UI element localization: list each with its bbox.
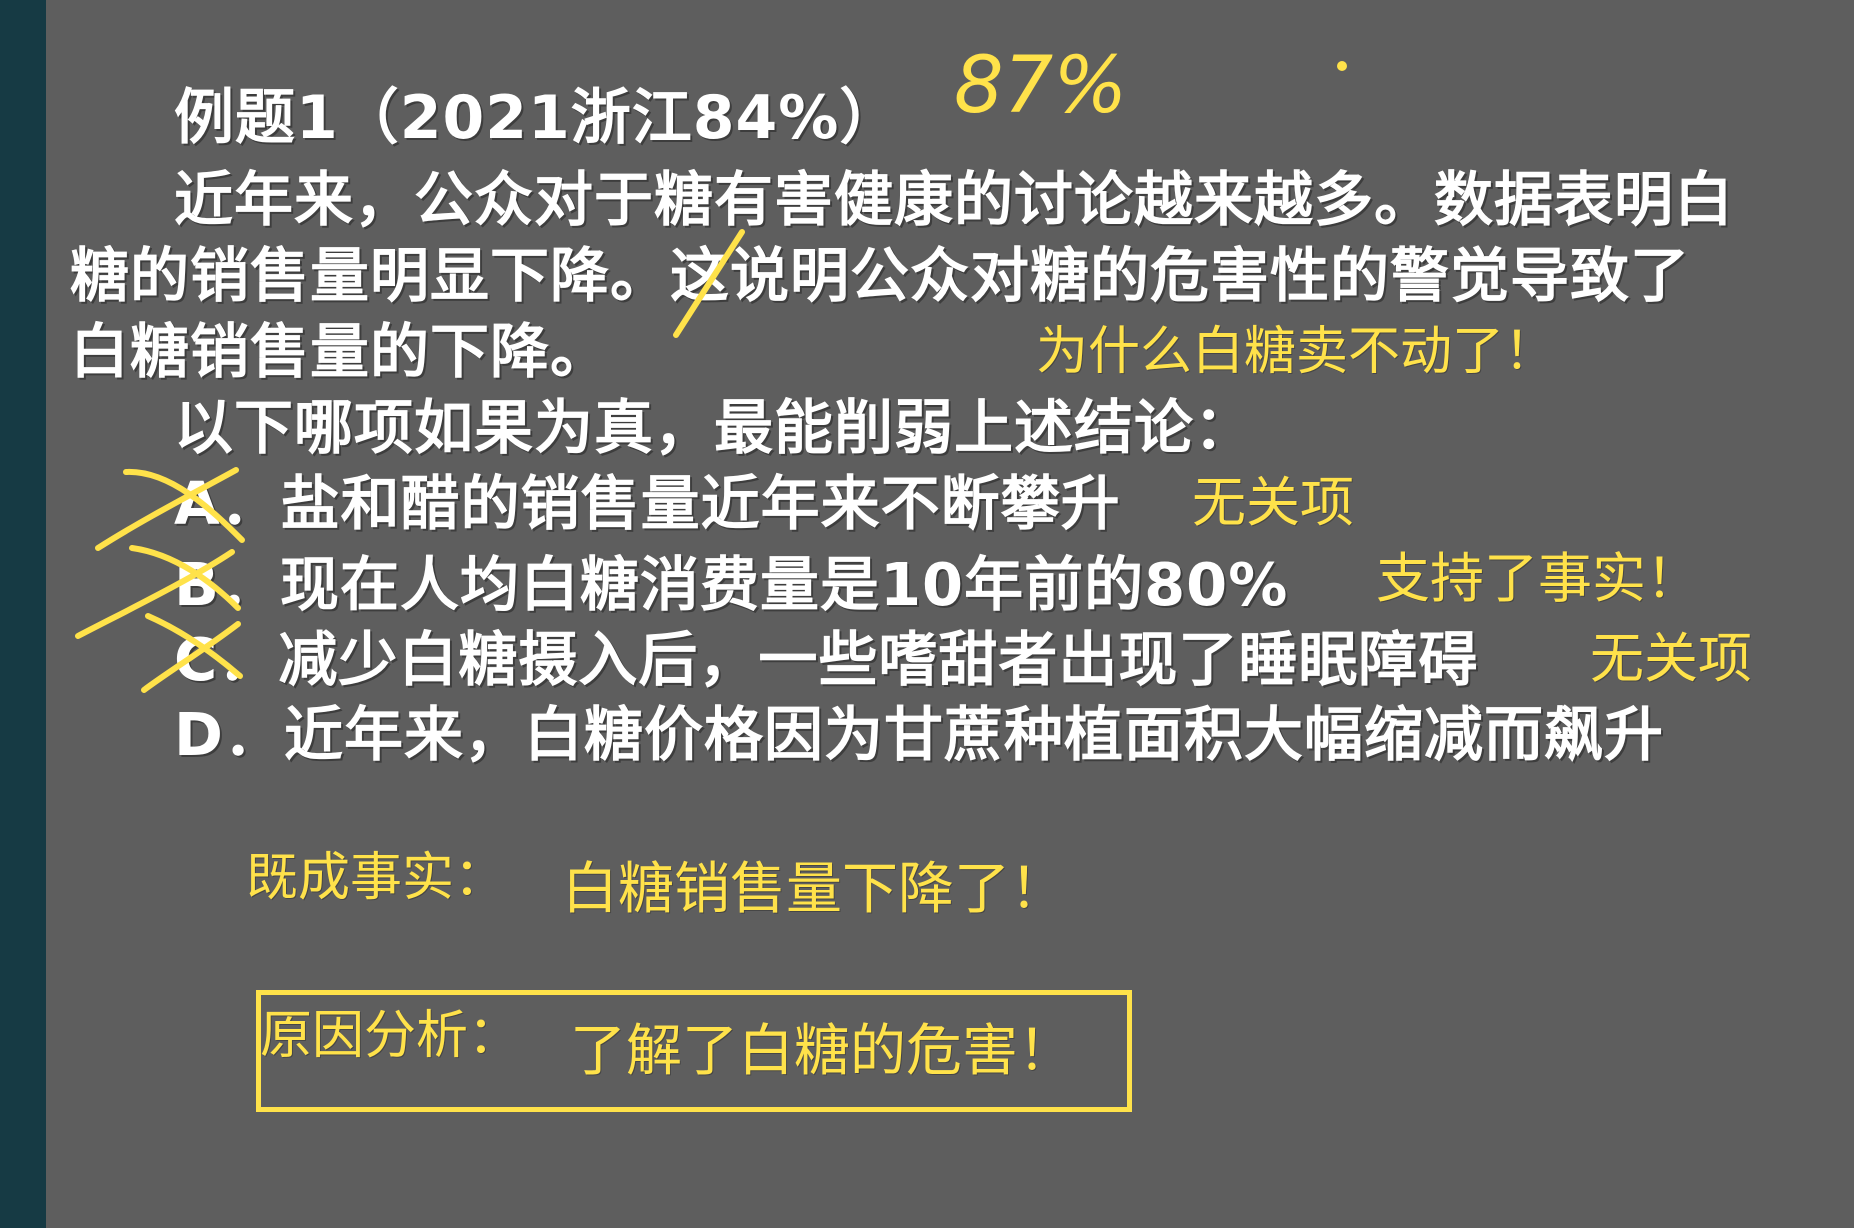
handwritten-dot-mark (1337, 61, 1347, 71)
handwritten-rate-87-percent: 87% (954, 41, 1127, 131)
cross-out-b-stroke-2 (75, 549, 235, 639)
cross-out-c-stroke-2 (141, 621, 241, 693)
handwritten-rate-text: 87% (954, 41, 1127, 131)
handwritten-slash-mark (673, 229, 745, 338)
handwriting-ink-layer: 87% (75, 41, 1347, 693)
cross-out-a-stroke-1 (123, 468, 245, 543)
cross-out-c-stroke-1 (145, 613, 243, 679)
cross-out-marks (75, 467, 245, 693)
